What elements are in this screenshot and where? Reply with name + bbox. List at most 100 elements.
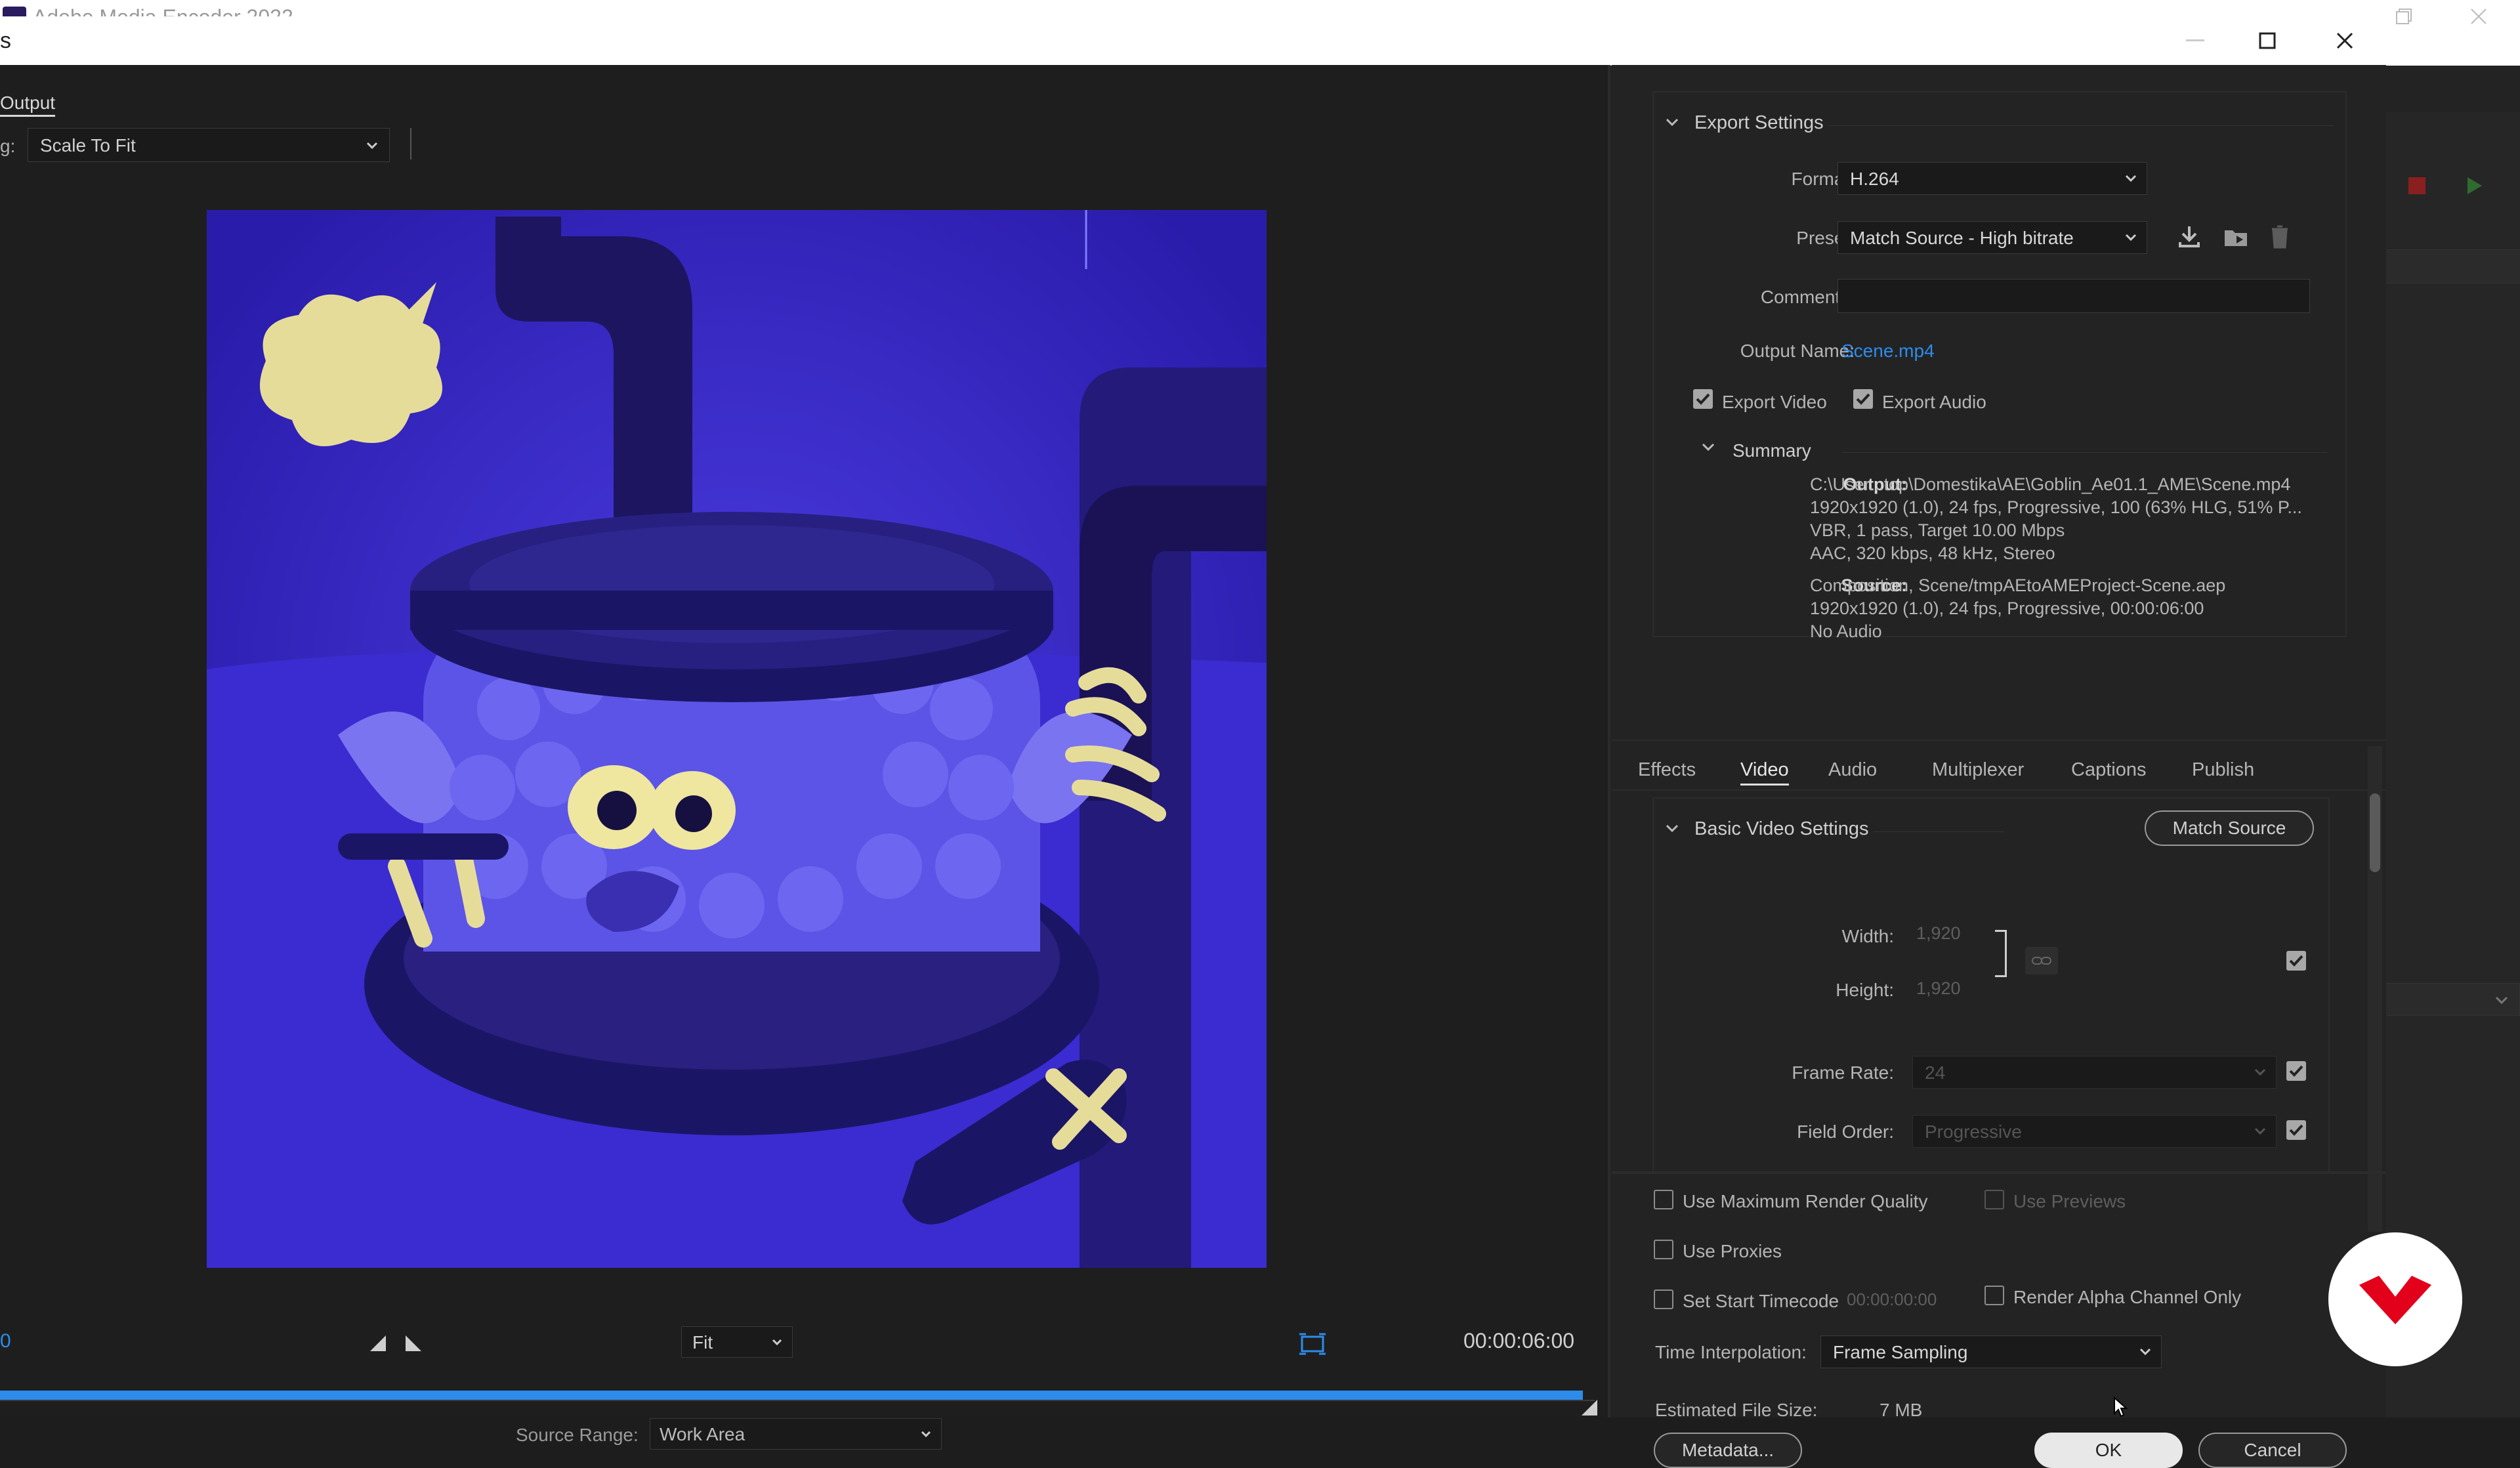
- use-proxies-label: Use Proxies: [1683, 1241, 1782, 1261]
- summary-source-line: No Audio: [1810, 621, 1882, 641]
- render-alpha-checkbox[interactable]: [1984, 1286, 2004, 1305]
- constrain-proportions-button[interactable]: [2025, 947, 2058, 975]
- section-divider: [1873, 831, 2004, 832]
- tab-multiplexer[interactable]: Multiplexer: [1932, 759, 2024, 781]
- export-audio-label: Export Audio: [1882, 392, 1986, 412]
- match-field-order-checkbox[interactable]: [2286, 1120, 2306, 1140]
- domestika-logo-icon: [2359, 1276, 2431, 1324]
- close-button[interactable]: [2309, 16, 2381, 65]
- use-proxies-checkbox[interactable]: [1654, 1240, 1673, 1259]
- chevron-down-icon: [2125, 175, 2137, 182]
- toolbar-divider: [410, 128, 411, 159]
- source-range-select[interactable]: Work Area: [650, 1418, 942, 1450]
- chevron-down-icon: [772, 1339, 782, 1346]
- frame-rate-select[interactable]: 24: [1912, 1056, 2277, 1089]
- timeline-current-time[interactable]: 0: [0, 1330, 11, 1353]
- width-value[interactable]: 1,920: [1916, 923, 1961, 944]
- close-icon: [2336, 32, 2353, 49]
- export-audio-checkbox[interactable]: [1853, 389, 1873, 409]
- maximize-button[interactable]: [2231, 16, 2303, 65]
- preset-label: Preset:: [1796, 228, 1855, 248]
- metadata-button[interactable]: Metadata...: [1654, 1433, 1802, 1468]
- scaling-select-value: Scale To Fit: [40, 135, 136, 156]
- timeline-track: [0, 1400, 1595, 1401]
- stop-icon[interactable]: [2408, 177, 2426, 194]
- save-preset-icon[interactable]: [2176, 224, 2202, 250]
- frame-rate-label: Frame Rate:: [1792, 1062, 1894, 1083]
- set-out-point-icon[interactable]: [404, 1334, 423, 1353]
- queue-preset-select[interactable]: [2382, 983, 2520, 1016]
- output-name-label: Output Name:: [1740, 341, 1855, 361]
- summary-source-line: Composition, Scene/tmpAEtoAMEProject-Sce…: [1810, 576, 2226, 595]
- scaling-select[interactable]: Scale To Fit: [28, 128, 390, 162]
- time-interpolation-select[interactable]: Frame Sampling: [1820, 1335, 2162, 1368]
- checkmark-icon: [2289, 1124, 2303, 1136]
- tab-output[interactable]: Output: [0, 93, 56, 117]
- start-timecode-value[interactable]: 00:00:00:00: [1847, 1290, 1937, 1310]
- restore-icon[interactable]: [2395, 8, 2412, 25]
- export-settings-header: Export Settings: [1694, 112, 1824, 133]
- checkmark-icon: [2289, 955, 2303, 967]
- settings-scrollbar-track[interactable]: [2368, 746, 2382, 1232]
- settings-scrollbar-thumb[interactable]: [2370, 793, 2380, 872]
- preview-artwork: [207, 210, 1267, 1268]
- tab-publish[interactable]: Publish: [2192, 759, 2254, 781]
- field-order-select[interactable]: Progressive: [1912, 1115, 2277, 1148]
- chevron-down-icon[interactable]: [1664, 821, 1680, 837]
- minimize-button[interactable]: [2159, 16, 2231, 65]
- output-name-link[interactable]: Scene.mp4: [1841, 341, 1935, 362]
- scaling-label: g:: [0, 136, 16, 156]
- play-icon[interactable]: [2465, 176, 2485, 196]
- field-order-value: Progressive: [1925, 1122, 2022, 1142]
- tab-video[interactable]: Video: [1740, 759, 1789, 786]
- summary-header: Summary: [1732, 440, 1811, 461]
- delete-preset-icon[interactable]: [2268, 224, 2292, 250]
- chevron-down-icon[interactable]: [1664, 115, 1680, 131]
- cancel-button[interactable]: Cancel: [2198, 1433, 2347, 1468]
- checkmark-icon: [1696, 393, 1710, 405]
- summary-source-line: 1920x1920 (1.0), 24 fps, Progressive, 00…: [1810, 598, 2204, 618]
- format-value: H.264: [1850, 169, 1899, 189]
- playhead-handle-icon[interactable]: [1580, 1398, 1600, 1417]
- zoom-fit-select[interactable]: Fit: [681, 1326, 793, 1358]
- import-preset-icon[interactable]: [2222, 224, 2251, 250]
- preview-panel: Output g: Scale To Fit 0 Fit 00:00:06:00…: [0, 65, 1610, 1450]
- timeline-work-area-bar[interactable]: [0, 1391, 1583, 1400]
- tab-effects[interactable]: Effects: [1638, 759, 1696, 781]
- export-video-checkbox[interactable]: [1693, 389, 1713, 409]
- summary-output-line: VBR, 1 pass, Target 10.00 Mbps: [1810, 520, 2065, 540]
- close-icon[interactable]: [2469, 7, 2488, 26]
- chevron-down-icon: [366, 142, 378, 150]
- tab-audio[interactable]: Audio: [1828, 759, 1877, 781]
- section-divider: [1828, 125, 2334, 126]
- domestika-logo: [2328, 1232, 2462, 1366]
- file-size-label: Estimated File Size:: [1655, 1400, 1818, 1420]
- chevron-down-icon: [2254, 1068, 2266, 1076]
- match-dimensions-checkbox[interactable]: [2286, 951, 2306, 971]
- summary-output-line: C:\User...top\Domestika\AE\Goblin_Ae01.1…: [1810, 474, 2291, 494]
- preset-select[interactable]: Match Source - High bitrate: [1838, 221, 2147, 254]
- use-previews-checkbox[interactable]: [1984, 1190, 2004, 1209]
- ok-button[interactable]: OK: [2034, 1433, 2183, 1468]
- height-value[interactable]: 1,920: [1916, 978, 1961, 999]
- match-frame-rate-checkbox[interactable]: [2286, 1061, 2306, 1081]
- set-start-timecode-checkbox[interactable]: [1654, 1290, 1673, 1309]
- tab-captions[interactable]: Captions: [2071, 759, 2146, 781]
- file-size-value: 7 MB: [1880, 1400, 1923, 1420]
- max-render-quality-checkbox[interactable]: [1654, 1190, 1673, 1209]
- checkmark-icon: [2289, 1065, 2303, 1077]
- crop-icon[interactable]: [1298, 1330, 1327, 1356]
- chevron-down-icon: [921, 1431, 931, 1438]
- source-range-label: Source Range:: [516, 1425, 639, 1445]
- comments-input[interactable]: [1838, 279, 2310, 313]
- chevron-down-icon[interactable]: [1701, 440, 1715, 455]
- timeline-duration: 00:00:06:00: [1463, 1329, 1575, 1353]
- format-select[interactable]: H.264: [1838, 162, 2147, 195]
- export-settings-dialog: s Output g: Scale To Fit 0 Fit 00:00:06:…: [0, 16, 2386, 1468]
- set-in-point-icon[interactable]: [369, 1334, 387, 1353]
- aspect-link-bracket: [1995, 930, 2007, 977]
- zoom-fit-value: Fit: [692, 1332, 713, 1353]
- video-preview: [207, 210, 1267, 1268]
- dialog-titlebar: s: [0, 16, 2386, 66]
- match-source-button[interactable]: Match Source: [2145, 810, 2314, 846]
